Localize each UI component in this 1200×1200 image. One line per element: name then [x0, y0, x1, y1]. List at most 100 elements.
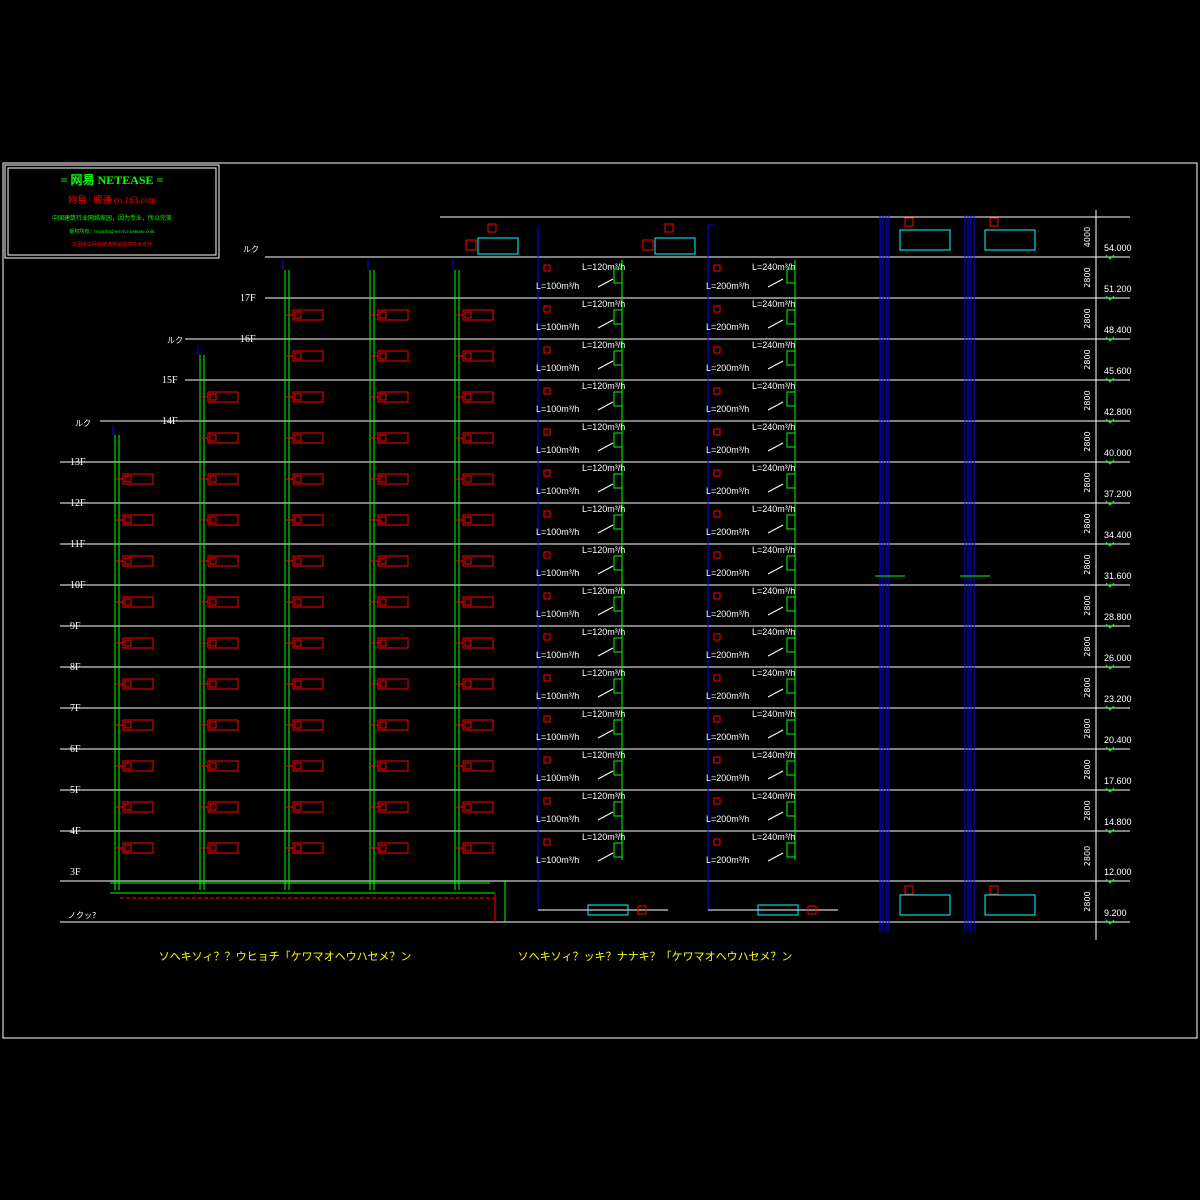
supply-airflow-label: L=240m³/h	[752, 668, 795, 678]
elevation-value: 14.800	[1104, 817, 1132, 827]
diffuser	[786, 719, 796, 735]
flow-arrow	[767, 852, 784, 862]
floor-label: 7F	[70, 703, 81, 714]
elevation-value: 37.200	[1104, 489, 1132, 499]
diffuser	[786, 391, 796, 407]
air-valve	[543, 715, 551, 723]
elevation-value: 40.000	[1104, 448, 1132, 458]
return-airflow-label: L=200m³/h	[706, 527, 749, 537]
unit-valve	[209, 393, 217, 401]
return-airflow-label: L=200m³/h	[706, 568, 749, 578]
return-airflow-label: L=200m³/h	[706, 404, 749, 414]
diffuser	[786, 555, 796, 571]
floor-label: 14F	[162, 416, 178, 427]
air-valve	[713, 469, 721, 477]
level-labels: 17F 16F 15F 14F 13F 12F 11F 10F 9F 8F 7F 6F 5F 4F 3F ルク…	[68, 245, 259, 920]
supply-airflow-label: L=120m³/h	[582, 627, 625, 637]
diffuser	[786, 801, 796, 817]
return-airflow-label: L=100m³/h	[536, 568, 579, 578]
floor-label: 10F	[70, 580, 86, 591]
unit-valve	[209, 844, 217, 852]
unit-valve	[379, 680, 387, 688]
return-airflow-label: L=200m³/h	[706, 322, 749, 332]
basement-label: ノクッ?	[68, 911, 96, 920]
floor-height: 2800	[1083, 636, 1092, 656]
unit-valve	[464, 844, 472, 852]
unit-valve	[379, 352, 387, 360]
flow-arrow	[597, 401, 614, 411]
return-airflow-label: L=200m³/h	[706, 650, 749, 660]
unit-valve	[464, 311, 472, 319]
return-airflow-label: L=200m³/h	[706, 773, 749, 783]
flow-arrow	[767, 401, 784, 411]
supply-airflow-label: L=240m³/h	[752, 340, 795, 350]
supply-airflow-label: L=240m³/h	[752, 545, 795, 555]
unit-valve	[464, 680, 472, 688]
air-valve	[543, 469, 551, 477]
silencer	[487, 223, 497, 233]
unit-valve	[294, 557, 302, 565]
shaft-bottom-damper	[989, 885, 999, 895]
roof-label: ルク	[243, 245, 259, 254]
elevation-value: 9.200	[1104, 908, 1127, 918]
floor-height: 2800	[1083, 349, 1092, 369]
air-valve	[713, 551, 721, 559]
air-valve	[543, 346, 551, 354]
drawing-frame	[2, 162, 1198, 1039]
floor-label: 8F	[70, 662, 81, 673]
floor-lines	[60, 216, 1130, 923]
return-airflow-label: L=200m³/h	[706, 363, 749, 373]
air-valve	[713, 633, 721, 641]
shaft-top-fan	[984, 229, 1036, 251]
unit-valve	[464, 352, 472, 360]
elevation-value: 48.400	[1104, 325, 1132, 335]
diffuser	[613, 309, 623, 325]
unit-valve	[464, 393, 472, 401]
air-valve	[713, 756, 721, 764]
supply-airflow-label: L=240m³/h	[752, 627, 795, 637]
equipment-units: L=100m³/h L=120m³/h L=100m³/h L=120m³/h L=10…	[115, 217, 1036, 916]
flow-arrow	[597, 483, 614, 493]
diffuser	[786, 842, 796, 858]
diffuser	[786, 514, 796, 530]
diffuser	[613, 678, 623, 694]
air-valve	[713, 346, 721, 354]
air-valve	[543, 633, 551, 641]
air-valve	[543, 756, 551, 764]
floor-height: 2800	[1083, 800, 1092, 820]
air-valve	[543, 428, 551, 436]
return-airflow-label: L=100m³/h	[536, 281, 579, 291]
diffuser	[613, 760, 623, 776]
floor-label: 6F	[70, 744, 81, 755]
unit-valve	[379, 475, 387, 483]
supply-airflow-label: L=240m³/h	[752, 381, 795, 391]
return-airflow-label: L=100m³/h	[536, 773, 579, 783]
floor-label: 11F	[70, 539, 86, 550]
unit-valve	[294, 475, 302, 483]
floor-label: 13F	[70, 457, 86, 468]
diffuser	[613, 514, 623, 530]
unit-valve	[464, 721, 472, 729]
shaft-bottom-fan	[984, 894, 1036, 916]
supply-airflow-label: L=240m³/h	[752, 832, 795, 842]
supply-airflow-label: L=240m³/h	[752, 463, 795, 473]
diffuser	[786, 350, 796, 366]
flow-arrow	[767, 811, 784, 821]
unit-valve	[379, 311, 387, 319]
unit-valve	[294, 516, 302, 524]
supply-airflow-label: L=120m³/h	[582, 340, 625, 350]
flow-arrow	[597, 729, 614, 739]
diffuser	[786, 678, 796, 694]
air-valve	[543, 387, 551, 395]
unit-valve	[464, 639, 472, 647]
diffuser	[613, 637, 623, 653]
flow-arrow	[597, 852, 614, 862]
flow-arrow	[597, 688, 614, 698]
air-valve	[543, 674, 551, 682]
title-line-5: 本图纸由网易暖通频道提供技术支持	[72, 241, 152, 248]
air-valve	[713, 428, 721, 436]
return-airflow-label: L=100m³/h	[536, 691, 579, 701]
diffuser	[613, 719, 623, 735]
unit-valve	[379, 639, 387, 647]
title-line-2: 网易 · 暖通 co.163.com	[68, 194, 156, 205]
